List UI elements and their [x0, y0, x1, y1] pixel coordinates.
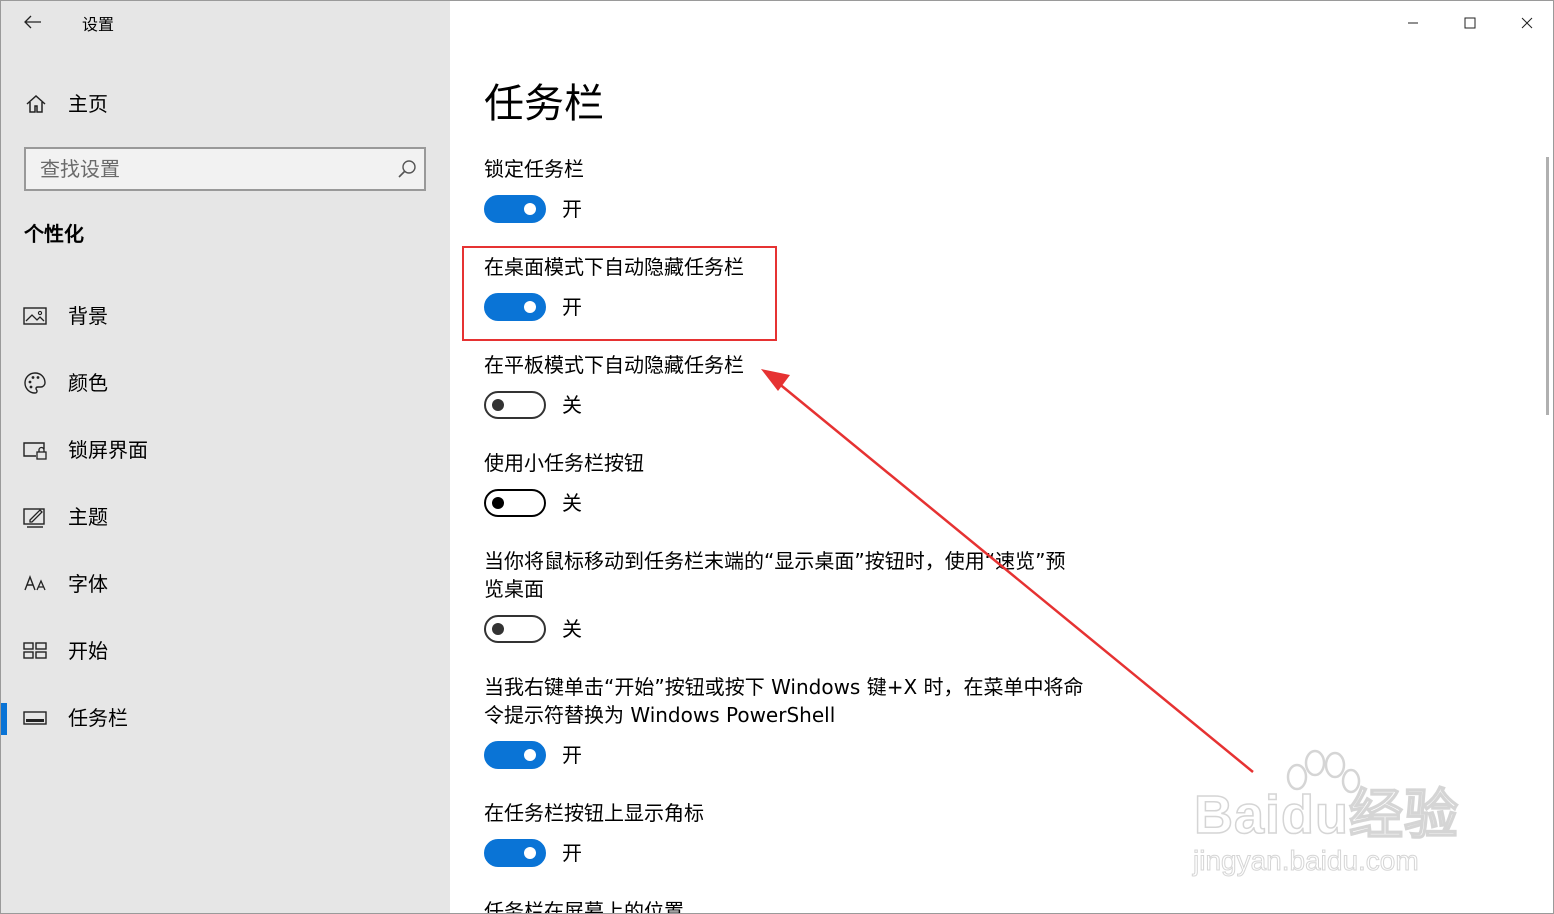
close-icon: [1521, 17, 1532, 29]
app-title: 设置: [82, 15, 115, 34]
badges-toggle[interactable]: [484, 839, 546, 867]
autohide-tablet-toggle[interactable]: [484, 391, 546, 419]
sidebar-item-colors[interactable]: 颜色: [1, 350, 450, 417]
caption-buttons: [1384, 1, 1553, 45]
setting-small-buttons: 使用小任务栏按钮 关: [484, 449, 1124, 521]
setting-taskbar-position: 任务栏在屏幕上的位置: [484, 897, 1124, 914]
sidebar-nav: 背景 颜色 锁屏界面 主题 字体 开始 任务栏: [1, 283, 450, 752]
sidebar-item-fonts[interactable]: 字体: [1, 551, 450, 618]
sidebar-item-label: 锁屏界面: [68, 438, 148, 462]
setting-peek: 当你将鼠标移动到任务栏末端的“显示桌面”按钮时，使用“速览”预 览桌面 关: [484, 547, 1124, 647]
setting-badges: 在任务栏按钮上显示角标 开: [484, 799, 1124, 871]
small-buttons-toggle[interactable]: [484, 489, 546, 517]
picture-icon: [23, 307, 47, 325]
setting-label: 使用小任务栏按钮: [484, 451, 644, 475]
setting-label-line2: 览桌面: [484, 577, 544, 601]
lock-screen-icon: [23, 442, 47, 460]
maximize-icon: [1464, 17, 1475, 29]
setting-label: 锁定任务栏: [484, 157, 584, 181]
minimize-button[interactable]: [1384, 1, 1441, 45]
watermark-url: jingyan.baidu.com: [1193, 845, 1420, 877]
taskbar-icon: [23, 711, 47, 725]
sidebar-item-taskbar[interactable]: 任务栏: [1, 685, 450, 752]
sidebar-item-label: 背景: [68, 304, 108, 328]
font-icon: [24, 575, 46, 591]
home-icon: [26, 94, 46, 113]
setting-autohide-tablet: 在平板模式下自动隐藏任务栏 关: [484, 351, 1124, 423]
highlight-annotation-box: [462, 246, 777, 341]
search-box[interactable]: [24, 147, 426, 191]
back-button[interactable]: [15, 7, 51, 37]
lock-taskbar-toggle[interactable]: [484, 195, 546, 223]
toggle-state: 关: [562, 491, 582, 515]
sidebar-item-label: 主页: [68, 92, 108, 116]
scrollbar[interactable]: [1546, 157, 1549, 415]
theme-icon: [23, 508, 45, 528]
watermark-brand: Baidu经验: [1193, 784, 1460, 846]
setting-label: 在任务栏按钮上显示角标: [484, 801, 704, 825]
section-title: 个性化: [24, 222, 84, 246]
toggle-state: 开: [562, 841, 582, 865]
baidu-watermark: Baidu经验 jingyan.baidu.com: [1191, 749, 1481, 891]
sidebar-item-lock-screen[interactable]: 锁屏界面: [1, 417, 450, 484]
active-indicator: [1, 703, 7, 735]
sidebar-item-start[interactable]: 开始: [1, 618, 450, 685]
setting-label: 在平板模式下自动隐藏任务栏: [484, 353, 744, 377]
toggle-state: 关: [562, 393, 582, 417]
sidebar-item-label: 颜色: [68, 371, 108, 395]
setting-label-line1: 当你将鼠标移动到任务栏末端的“显示桌面”按钮时，使用“速览”预: [484, 549, 1066, 573]
sidebar: 设置 主页 个性化 背景: [1, 1, 450, 913]
setting-label: 任务栏在屏幕上的位置: [484, 899, 684, 914]
minimize-icon: [1407, 22, 1418, 24]
sidebar-item-home[interactable]: 主页: [1, 85, 450, 125]
search-input[interactable]: [40, 155, 380, 183]
powershell-toggle[interactable]: [484, 741, 546, 769]
search-icon[interactable]: [396, 158, 418, 180]
peek-toggle[interactable]: [484, 615, 546, 643]
sidebar-item-label: 主题: [68, 505, 108, 529]
setting-label-line1: 当我右键单击“开始”按钮或按下 Windows 键+X 时，在菜单中将命: [484, 675, 1084, 699]
settings-window: 设置 主页 个性化 背景: [0, 0, 1554, 914]
maximize-button[interactable]: [1441, 1, 1498, 45]
toggle-state: 开: [562, 743, 582, 767]
sidebar-item-label: 字体: [68, 572, 108, 596]
setting-lock-taskbar: 锁定任务栏 开: [484, 155, 1124, 227]
palette-icon: [24, 372, 46, 394]
sidebar-item-themes[interactable]: 主题: [1, 484, 450, 551]
back-arrow-icon: [24, 15, 41, 29]
setting-powershell: 当我右键单击“开始”按钮或按下 Windows 键+X 时，在菜单中将命 令提示…: [484, 673, 1124, 773]
close-button[interactable]: [1498, 1, 1553, 45]
setting-label-line2: 令提示符替换为 Windows PowerShell: [484, 703, 836, 727]
toggle-state: 关: [562, 617, 582, 641]
sidebar-item-label: 开始: [68, 639, 108, 663]
page-title: 任务栏: [484, 81, 604, 127]
start-icon: [23, 642, 47, 659]
sidebar-item-background[interactable]: 背景: [1, 283, 450, 350]
toggle-state: 开: [562, 197, 582, 221]
sidebar-item-label: 任务栏: [68, 706, 128, 730]
